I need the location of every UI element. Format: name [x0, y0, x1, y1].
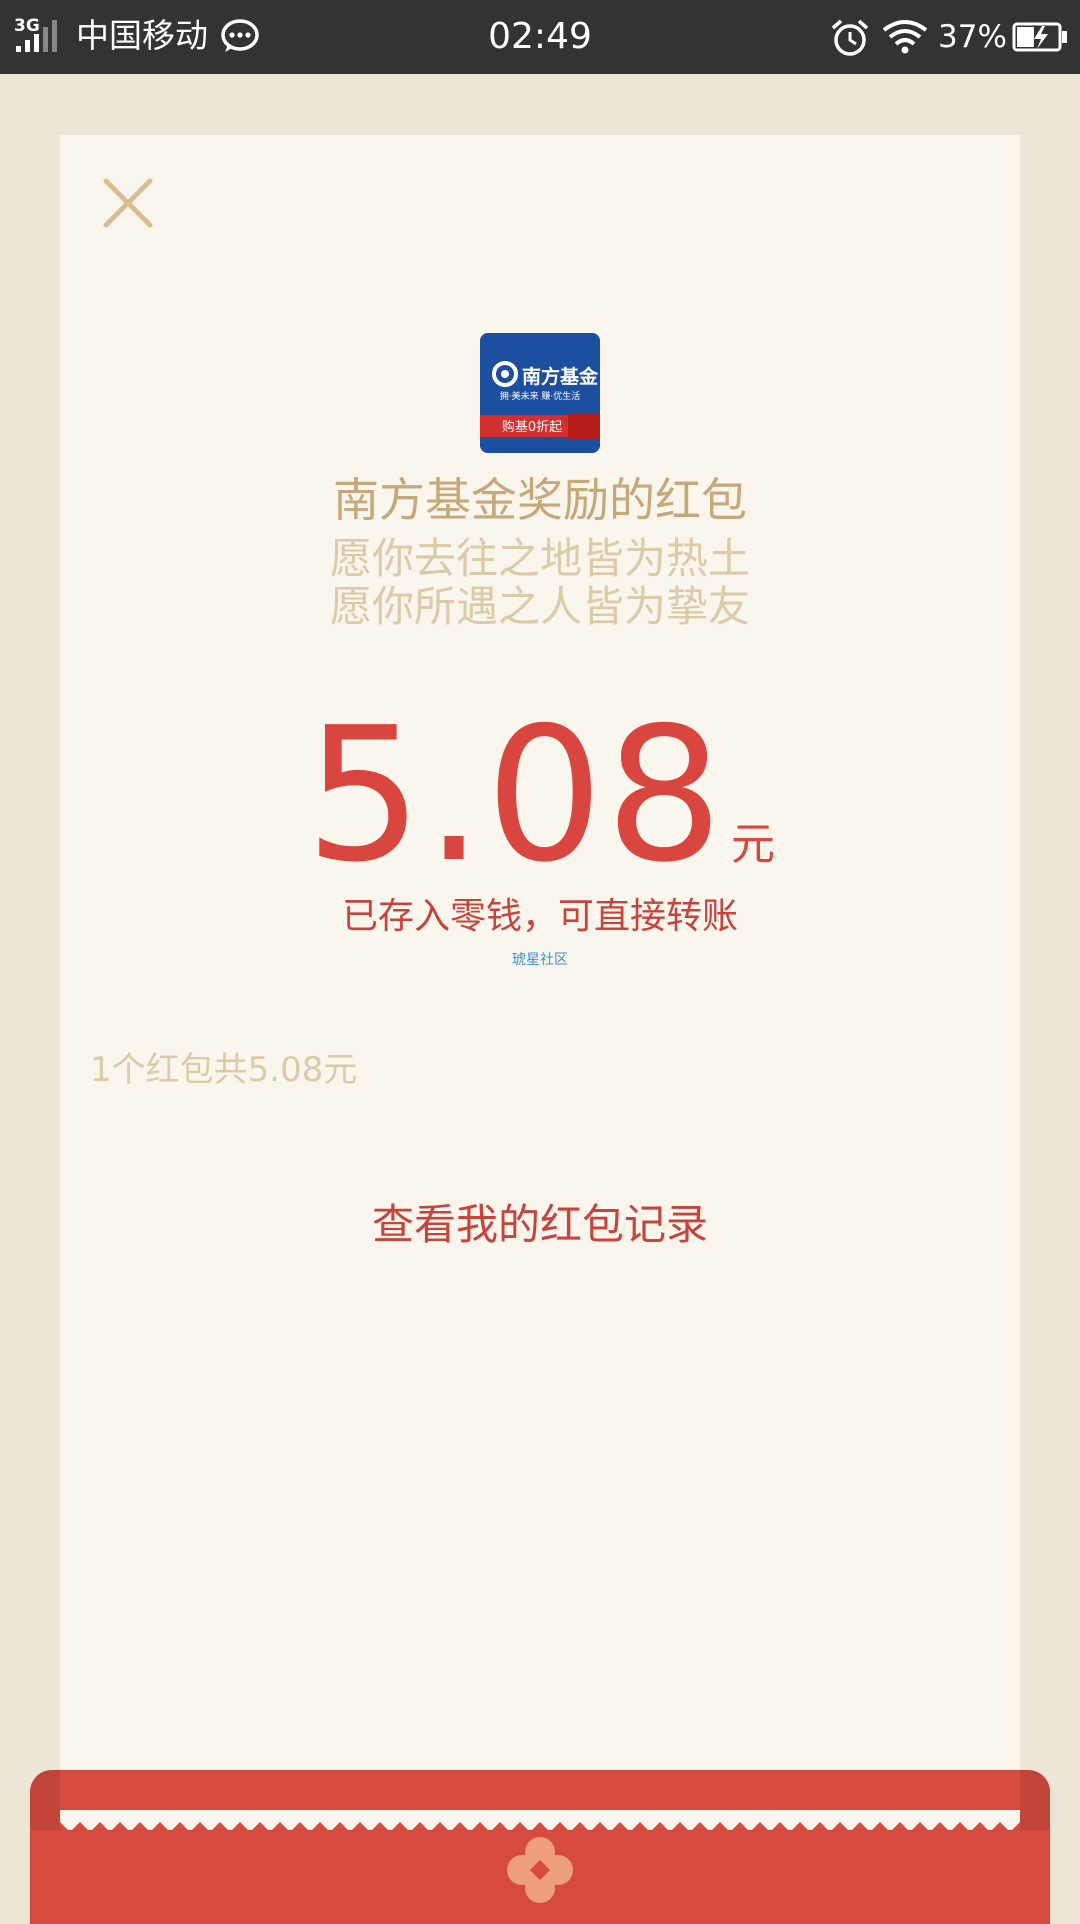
battery-percent: 37% — [938, 19, 1007, 55]
wish-line-2: 愿你所遇之人皆为挚友 — [329, 582, 750, 631]
amount-value: 5.08 — [305, 687, 725, 903]
flower-seal-icon[interactable] — [506, 1836, 574, 1904]
view-records-link[interactable]: 查看我的红包记录 — [0, 1195, 1080, 1255]
close-icon[interactable] — [100, 175, 156, 231]
wish-line-1: 愿你去往之地皆为热土 — [329, 534, 750, 583]
wifi-icon — [882, 20, 928, 54]
logo-brand: 南方基金 — [522, 365, 599, 388]
battery-charging-icon — [1012, 22, 1067, 52]
alarm-icon — [831, 19, 869, 56]
envelope-shade-left — [30, 1770, 60, 1830]
wish-message: 愿你去往之地皆为热土 愿你所遇之人皆为挚友 — [0, 535, 1080, 631]
sender-logo: 南方基金 拥·美未来 赚·优生活 购基0折起 — [480, 333, 600, 453]
logo-slogan: 拥·美未来 赚·优生活 — [500, 390, 581, 402]
packet-total-summary: 1个红包共5.08元 — [90, 1050, 358, 1090]
sender-title: 南方基金奖励的红包 — [333, 473, 747, 527]
saved-to-balance-note[interactable]: 已存入零钱，可直接转账 — [0, 892, 1080, 942]
logo-banner: 购基0折起 — [502, 419, 562, 435]
status-bar: 3G 中国移动 02:49 37% — [0, 0, 1080, 74]
amount-unit: 元 — [730, 819, 775, 870]
watermark-text: 琥星社区 — [512, 952, 568, 968]
amount-display: 5.08 元 — [0, 700, 1080, 890]
envelope-shade-right — [1020, 1770, 1050, 1830]
